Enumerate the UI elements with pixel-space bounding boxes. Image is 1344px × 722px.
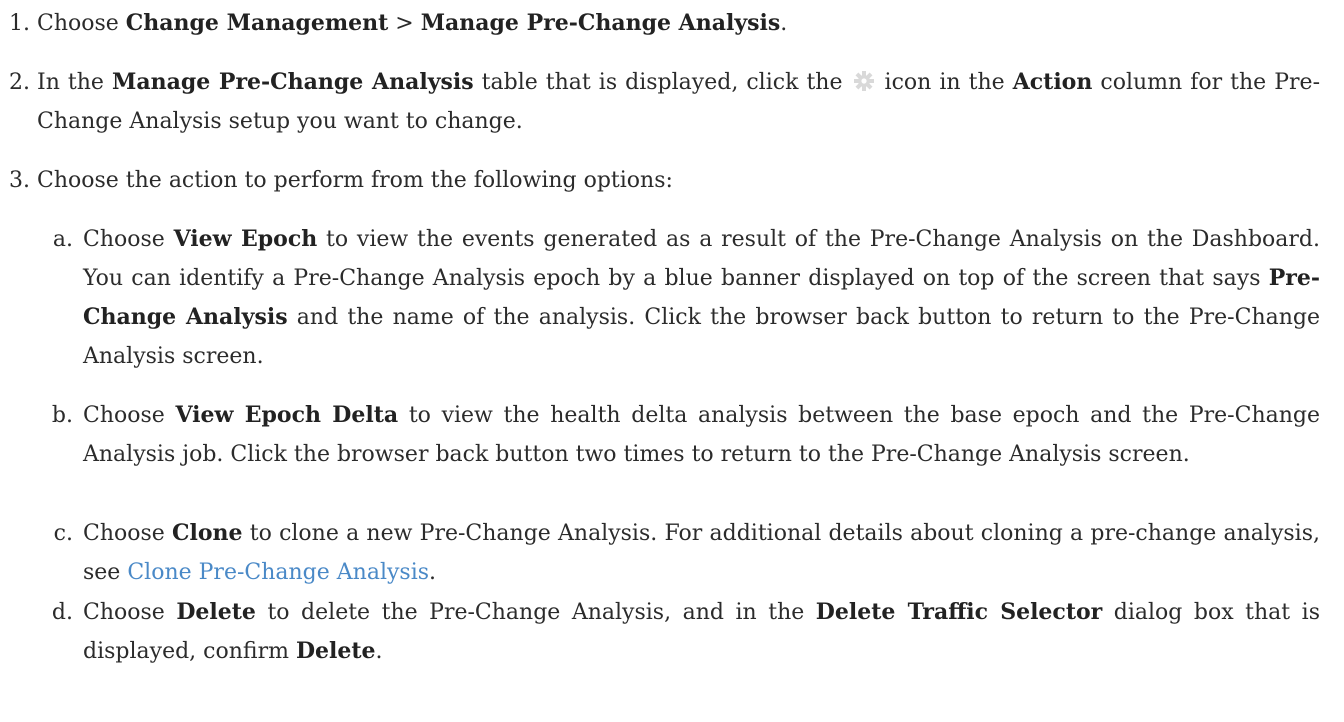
text-run: Choose: [83, 403, 176, 428]
text-run: Choose: [83, 227, 174, 252]
action-view-epoch-delta: View Epoch Delta: [175, 402, 399, 428]
substep-letter: c.: [53, 521, 73, 546]
step-text: Choose the action to perform from the fo…: [37, 168, 673, 193]
step-number: 1.: [9, 11, 30, 36]
step-text: In the Manage Pre-Change Analysis table …: [37, 63, 1320, 141]
substep-letter: a.: [52, 227, 73, 252]
substep-b: b. Choose View Epoch Delta to view the h…: [0, 396, 1320, 474]
step-2: 2. In the Manage Pre-Change Analysis tab…: [0, 63, 1320, 141]
substep-text: Choose View Epoch Delta to view the heal…: [83, 396, 1320, 474]
procedure-document: 1. Choose Change Management > Manage Pre…: [0, 0, 1344, 722]
step-number: 2.: [9, 70, 30, 95]
substep-d: d. Choose Delete to delete the Pre-Chang…: [0, 593, 1320, 671]
text-run: Choose: [83, 600, 177, 625]
clone-pre-change-analysis-link[interactable]: Clone Pre-Change Analysis: [127, 560, 429, 585]
substep-a: a. Choose View Epoch to view the events …: [0, 220, 1320, 376]
text-run: table that is displayed, click the: [473, 70, 851, 95]
text-run: .: [429, 560, 437, 585]
text-run: >: [388, 11, 421, 36]
menu-name-change-management: Change Management: [125, 10, 389, 36]
substep-letter: b.: [51, 403, 73, 428]
text-run: .: [375, 639, 383, 664]
action-delete: Delete: [176, 599, 256, 625]
menu-name-manage-pre-change-analysis: Manage Pre-Change Analysis: [420, 10, 781, 36]
text-run: Choose: [83, 521, 173, 546]
step-text: Choose Change Management > Manage Pre-Ch…: [37, 4, 1320, 43]
text-run: In the: [37, 70, 112, 95]
text-run: to delete the Pre-Change Analysis, and i…: [255, 600, 816, 625]
substep-letter: d.: [51, 600, 73, 625]
action-clone: Clone: [172, 520, 243, 546]
dialog-name-delete-traffic-selector: Delete Traffic Selector: [815, 599, 1103, 625]
step-3: 3. Choose the action to perform from the…: [0, 161, 1320, 200]
substep-text: Choose View Epoch to view the events gen…: [83, 220, 1320, 376]
table-name: Manage Pre-Change Analysis: [111, 69, 474, 95]
confirm-delete-label: Delete: [295, 638, 376, 664]
text-run: icon in the: [876, 70, 1013, 95]
text-run: .: [780, 11, 788, 36]
substep-text: Choose Clone to clone a new Pre-Change A…: [83, 514, 1320, 592]
text-run: Choose: [37, 11, 126, 36]
gear-icon: [853, 66, 875, 91]
step-1: 1. Choose Change Management > Manage Pre…: [0, 4, 1320, 43]
column-name-action: Action: [1012, 69, 1093, 95]
substep-c: c. Choose Clone to clone a new Pre-Chang…: [0, 514, 1320, 592]
action-view-epoch: View Epoch: [173, 226, 318, 252]
substep-text: Choose Delete to delete the Pre-Change A…: [83, 593, 1320, 671]
step-number: 3.: [9, 168, 30, 193]
